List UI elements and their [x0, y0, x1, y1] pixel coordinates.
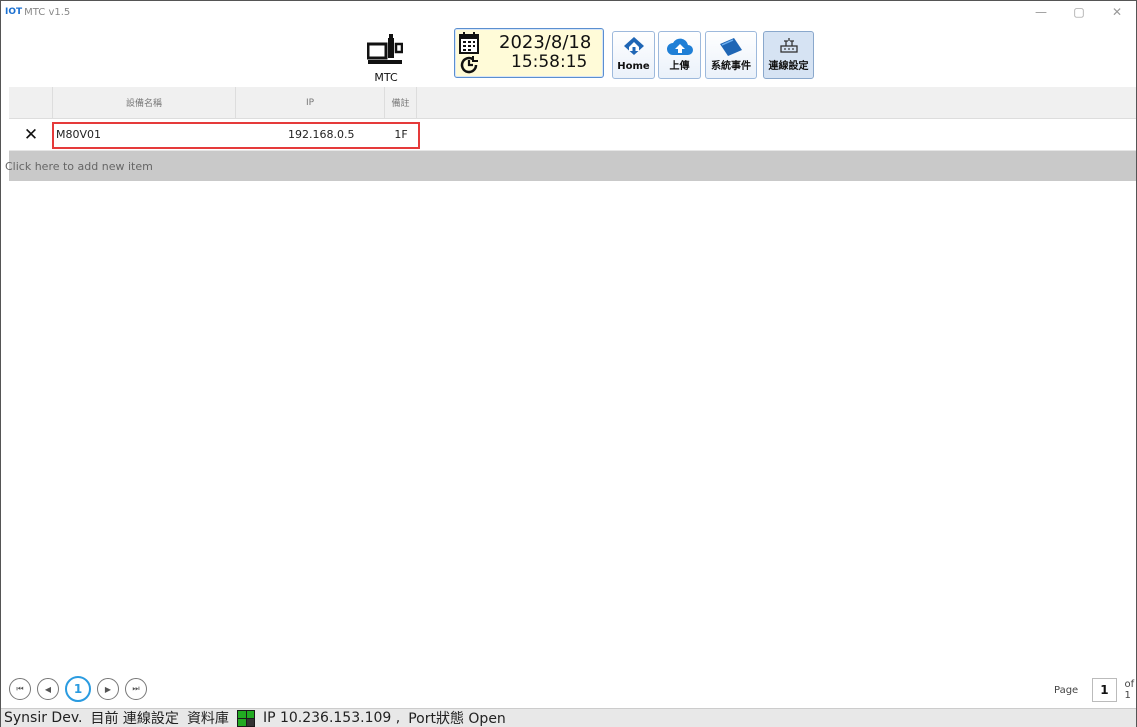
device-grid: 設備名稱 IP 備註 ✕ M80V01 192.168.0.5 1F Click…: [5, 87, 1136, 181]
cnc-machine-icon: [367, 34, 403, 64]
status-dev: Synsir Dev.: [4, 710, 83, 726]
header-spacer: [9, 87, 53, 118]
cloud-upload-icon: [666, 38, 693, 55]
window-title: MTC v1.5: [24, 6, 71, 18]
prev-page-icon: ◀: [44, 684, 52, 694]
main-window: IOT MTC v1.5 — ▢ ✕ MTC 2023/8/18 15:58:1…: [0, 0, 1137, 727]
home-button-label: Home: [617, 61, 650, 72]
add-new-item-label: Click here to add new item: [5, 159, 153, 173]
status-current: 目前 連線設定: [90, 711, 179, 727]
next-page-icon: ▶: [104, 684, 112, 694]
last-page-button[interactable]: ⏭: [125, 678, 147, 700]
table-row[interactable]: ✕ M80V01 192.168.0.5 1F: [9, 119, 1136, 151]
network-settings-icon: [779, 38, 798, 53]
delete-row-button[interactable]: ✕: [9, 125, 53, 145]
last-page-icon: ⏭: [132, 684, 140, 693]
page-info: Page 1 of 1: [1054, 678, 1137, 702]
title-bar: IOT MTC v1.5 — ▢ ✕: [1, 1, 1136, 23]
upload-button[interactable]: 上傳: [658, 31, 701, 79]
row-highlight-box: [52, 122, 420, 149]
system-events-button[interactable]: 系統事件: [705, 31, 757, 79]
system-events-button-label: 系統事件: [711, 61, 751, 72]
home-icon: [623, 37, 644, 55]
home-button[interactable]: Home: [612, 31, 655, 79]
app-logo: IOT: [5, 7, 23, 17]
next-page-button[interactable]: ▶: [97, 678, 119, 700]
page-total-label: of 1: [1124, 679, 1135, 701]
close-button[interactable]: ✕: [1098, 1, 1136, 23]
calendar-icon: [459, 32, 479, 54]
minimize-button[interactable]: —: [1022, 1, 1060, 23]
date-text: 2023/8/18: [499, 32, 592, 53]
maximize-button[interactable]: ▢: [1060, 1, 1098, 23]
machine-indicator: MTC: [363, 31, 413, 84]
clock-icon: [460, 56, 478, 74]
status-port: Port狀態 Open: [408, 711, 506, 727]
first-page-icon: ⏮: [16, 684, 24, 693]
close-icon: ✕: [23, 124, 39, 145]
window-controls: — ▢ ✕: [1022, 1, 1136, 23]
connection-settings-button-label: 連線設定: [768, 61, 809, 72]
time-text: 15:58:15: [511, 52, 588, 72]
status-db-label: 資料庫: [186, 711, 229, 727]
first-page-button[interactable]: ⏮: [9, 678, 31, 700]
connection-settings-button[interactable]: 連線設定: [763, 31, 814, 79]
add-new-item-row[interactable]: Click here to add new item: [5, 151, 1136, 181]
header-note[interactable]: 備註: [385, 87, 417, 118]
machine-label: MTC: [374, 71, 398, 84]
grid-header: 設備名稱 IP 備註: [9, 87, 1136, 119]
header-device-name[interactable]: 設備名稱: [53, 87, 236, 118]
upload-button-label: 上傳: [669, 61, 690, 72]
event-ticket-icon: [720, 38, 742, 56]
page-label: Page: [1054, 684, 1079, 696]
pager: ⏮ ◀ 1 ▶ ⏭: [9, 676, 147, 702]
header-ip[interactable]: IP: [236, 87, 385, 118]
current-page-button[interactable]: 1: [65, 676, 91, 702]
status-ip: IP 10.236.153.109 ,: [262, 710, 401, 726]
toolbar: MTC 2023/8/18 15:58:15 Home 上傳 系統事件 連線設定: [1, 23, 1136, 87]
datetime-display: 2023/8/18 15:58:15: [454, 28, 604, 78]
status-bar: Synsir Dev. 目前 連線設定 資料庫 IP 10.236.153.10…: [1, 708, 1136, 727]
page-input[interactable]: 1: [1092, 678, 1117, 702]
prev-page-button[interactable]: ◀: [37, 678, 59, 700]
database-status-icon: [236, 709, 255, 727]
